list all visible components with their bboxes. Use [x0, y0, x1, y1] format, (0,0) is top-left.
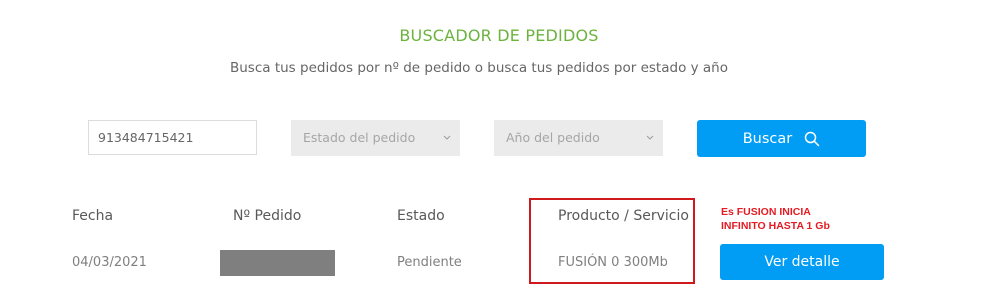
column-header-order-number: Nº Pedido: [233, 208, 302, 224]
page-subtitle: Busca tus pedidos por nº de pedido o bus…: [229, 60, 728, 76]
view-detail-button[interactable]: Ver detalle: [720, 244, 884, 280]
column-header-date: Fecha: [72, 208, 114, 224]
search-icon: [805, 131, 820, 146]
status-select-value: Estado del pedido: [303, 130, 416, 145]
year-select[interactable]: Año del pedido: [494, 120, 663, 156]
redacted-order-number: [220, 250, 335, 276]
status-select[interactable]: Estado del pedido: [291, 120, 460, 156]
row-date: 04/03/2021: [72, 255, 147, 270]
column-header-status: Estado: [397, 208, 445, 224]
order-number-input[interactable]: [88, 120, 257, 155]
view-detail-label: Ver detalle: [764, 254, 840, 270]
page-title: BUSCADOR DE PEDIDOS: [399, 26, 599, 45]
search-button-label: Buscar: [742, 130, 793, 147]
product-highlight-box: [529, 198, 695, 284]
chevron-down-icon: [646, 135, 654, 140]
chevron-down-icon: [443, 135, 451, 140]
year-select-value: Año del pedido: [506, 130, 600, 145]
row-status: Pendiente: [397, 255, 462, 270]
annotation-note: Es FUSION INICIA INFINITO HASTA 1 Gb: [721, 206, 830, 232]
search-button[interactable]: Buscar: [697, 120, 866, 157]
